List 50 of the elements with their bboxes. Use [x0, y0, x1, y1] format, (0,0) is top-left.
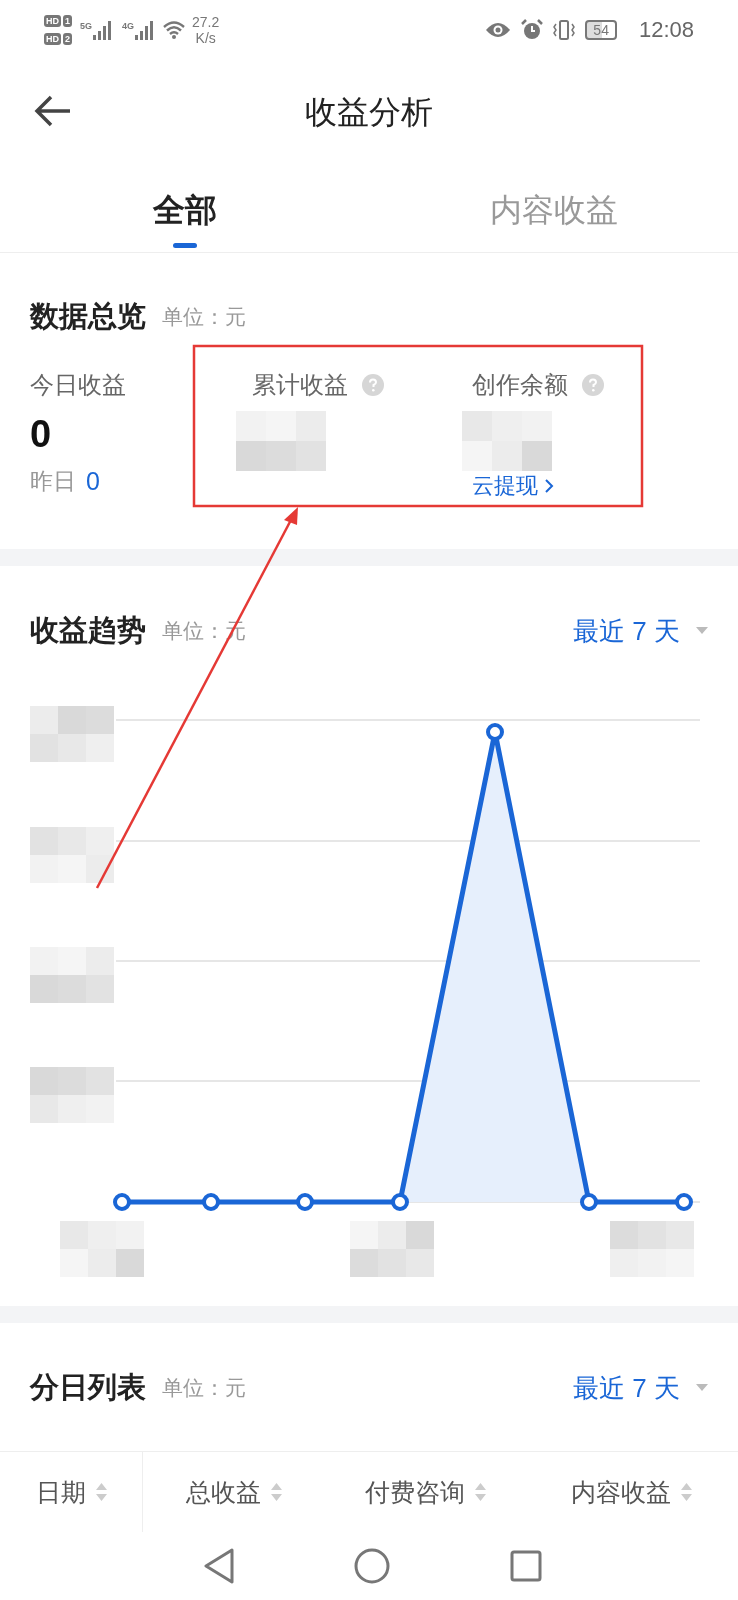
data-point	[296, 1193, 314, 1211]
column-header[interactable]: 内容收益	[525, 1452, 738, 1532]
data-point	[113, 1193, 131, 1211]
battery-indicator: 54	[585, 20, 617, 40]
column-header[interactable]: 付费咨询	[325, 1452, 525, 1532]
network-speed: 27.2	[192, 14, 220, 30]
speed-unit: K/s	[195, 30, 216, 46]
data-point	[580, 1193, 598, 1211]
metric-label: 累计收益	[252, 370, 348, 400]
caret-icon	[696, 627, 708, 635]
clock: 12:08	[638, 17, 694, 43]
unit-label: 单位：元	[162, 304, 246, 330]
page-title: 收益分析	[305, 92, 433, 132]
range-dropdown[interactable]: 最近 7 天	[573, 1370, 708, 1406]
withdraw-link[interactable]: 云提现	[472, 471, 708, 501]
metric-label: 今日收益	[30, 370, 126, 400]
section-title: 数据总览	[30, 299, 146, 334]
data-point	[486, 723, 504, 741]
vibrate-icon	[553, 19, 576, 41]
comparison-label: 昨日	[30, 467, 76, 496]
sort-icon	[681, 1481, 692, 1503]
section-title: 分日列表	[30, 1370, 146, 1405]
home-nav-icon[interactable]	[354, 1548, 390, 1584]
data-point	[391, 1193, 409, 1211]
section-title: 收益趋势	[30, 613, 146, 648]
column-header[interactable]: 日期	[0, 1452, 143, 1532]
column-header[interactable]: 总收益	[143, 1452, 325, 1532]
sim-indicator: HD 1	[44, 15, 72, 27]
sort-icon	[271, 1481, 282, 1503]
sort-icon	[95, 1481, 107, 1503]
caret-icon	[696, 1384, 708, 1392]
tab[interactable]: 全部	[0, 165, 369, 252]
comparison-value: 0	[86, 467, 100, 496]
back-icon[interactable]	[34, 94, 72, 128]
network-label: 4G	[122, 21, 135, 31]
sim-indicator: HD 2	[44, 33, 72, 45]
range-dropdown[interactable]: 最近 7 天	[573, 613, 708, 649]
data-point	[202, 1193, 220, 1211]
sort-icon	[474, 1481, 486, 1503]
recent-apps-icon[interactable]	[510, 1550, 542, 1582]
metric-value: 0	[30, 413, 53, 456]
network-label: 5G	[80, 21, 93, 31]
wifi-icon	[162, 20, 187, 40]
chevron-icon	[544, 478, 554, 494]
data-point	[675, 1193, 693, 1211]
back-nav-icon[interactable]	[204, 1548, 234, 1584]
eye-icon	[485, 22, 512, 38]
alarm-icon	[521, 19, 544, 41]
metric-label: 创作余额	[472, 370, 568, 400]
unit-label: 单位：元	[162, 1375, 246, 1401]
